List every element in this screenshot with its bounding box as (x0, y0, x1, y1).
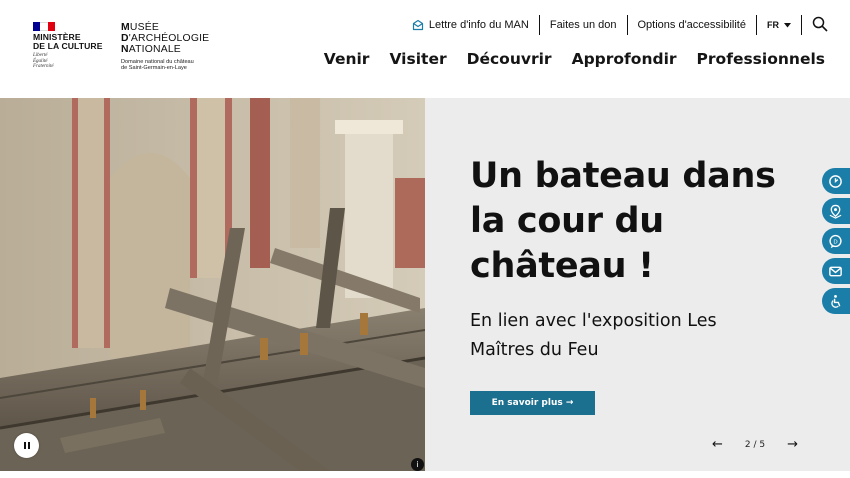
initial: N (121, 44, 129, 55)
hero-slider: Un bateau dans la cour du château ! En l… (0, 98, 850, 471)
donate-link[interactable]: Faites un don (540, 15, 627, 35)
search-icon (812, 16, 828, 32)
accessibility-icon (831, 294, 841, 308)
museum-logo[interactable]: MUSÉE D'ARCHÉOLOGIE NATIONALE Domaine na… (121, 22, 231, 72)
nav-item-decouvrir[interactable]: Découvrir (467, 50, 552, 68)
slide-content: Un bateau dans la cour du château ! En l… (470, 154, 810, 365)
hours-button[interactable] (822, 168, 850, 194)
french-flag-icon (33, 22, 55, 31)
ministry-name-line: DE LA CULTURE (33, 41, 103, 51)
rest: USÉE (129, 22, 159, 33)
language-selector[interactable]: FR (757, 20, 801, 30)
motto-line: Fraternité (33, 64, 54, 69)
subtitle-line: de Saint-Germain-en-Laye (121, 65, 187, 72)
slide-counter: 2 / 5 (744, 439, 766, 450)
rest: ATIONALE (128, 44, 181, 55)
language-label: FR (767, 20, 779, 30)
map-pin-icon (829, 204, 842, 219)
nav-item-professionnels[interactable]: Professionnels (697, 50, 825, 68)
pause-slider-button[interactable] (14, 433, 39, 458)
subtitle-line: En lien avec l'exposition Les (470, 311, 717, 331)
top-bar: Lettre d'info du MAN Faites un don Optio… (402, 14, 828, 36)
pause-icon (23, 442, 31, 449)
slide-title: Un bateau dans la cour du château ! (470, 154, 810, 289)
mail-icon (829, 266, 842, 276)
title-line: la cour du (470, 201, 664, 241)
ministry-logo[interactable]: MINISTÈRE DE LA CULTURE Liberté Égalité … (33, 22, 113, 70)
map-button[interactable] (822, 198, 850, 224)
search-button[interactable] (802, 16, 828, 35)
site-header: MINISTÈRE DE LA CULTURE Liberté Égalité … (0, 0, 850, 98)
image-credit-button[interactable]: i (411, 458, 424, 471)
contact-button[interactable] (822, 258, 850, 284)
envelope-open-icon (412, 19, 424, 31)
initial: D (121, 33, 129, 44)
subtitle-line: Maîtres du Feu (470, 340, 599, 360)
initial: M (121, 22, 130, 33)
title-line: Un bateau dans (470, 156, 776, 196)
floating-tools: D (822, 168, 850, 318)
newsletter-label: Lettre d'info du MAN (428, 19, 529, 31)
previous-slide-button[interactable]: ← (712, 438, 723, 451)
museum-name-line: NATIONALE (121, 44, 231, 55)
rest: 'ARCHÉOLOGIE (128, 33, 210, 44)
accessibility-options-link[interactable]: Options d'accessibilité (628, 15, 757, 35)
chat-icon: D (829, 234, 842, 248)
main-navigation: Venir Visiter Découvrir Approfondir Prof… (324, 50, 825, 68)
chat-button[interactable]: D (822, 228, 850, 254)
museum-name-line: MUSÉE (121, 22, 231, 33)
svg-text:D: D (833, 239, 837, 245)
caret-down-icon (784, 22, 791, 27)
hero-image (0, 98, 425, 471)
clock-icon (829, 174, 842, 188)
newsletter-link[interactable]: Lettre d'info du MAN (402, 15, 539, 35)
slider-pagination: ← 2 / 5 → (712, 438, 798, 451)
museum-subtitle: Domaine national du château de Saint-Ger… (121, 59, 231, 72)
title-line: château ! (470, 246, 654, 286)
learn-more-button[interactable]: En savoir plus → (470, 391, 595, 415)
next-slide-button[interactable]: → (787, 438, 798, 451)
accessibility-button[interactable] (822, 288, 850, 314)
museum-name-line: D'ARCHÉOLOGIE (121, 33, 231, 44)
nav-item-approfondir[interactable]: Approfondir (572, 50, 677, 68)
ministry-motto: Liberté Égalité Fraternité (33, 53, 113, 70)
nav-item-venir[interactable]: Venir (324, 50, 370, 68)
slide-subtitle: En lien avec l'exposition Les Maîtres du… (470, 307, 810, 365)
nav-item-visiter[interactable]: Visiter (389, 50, 446, 68)
